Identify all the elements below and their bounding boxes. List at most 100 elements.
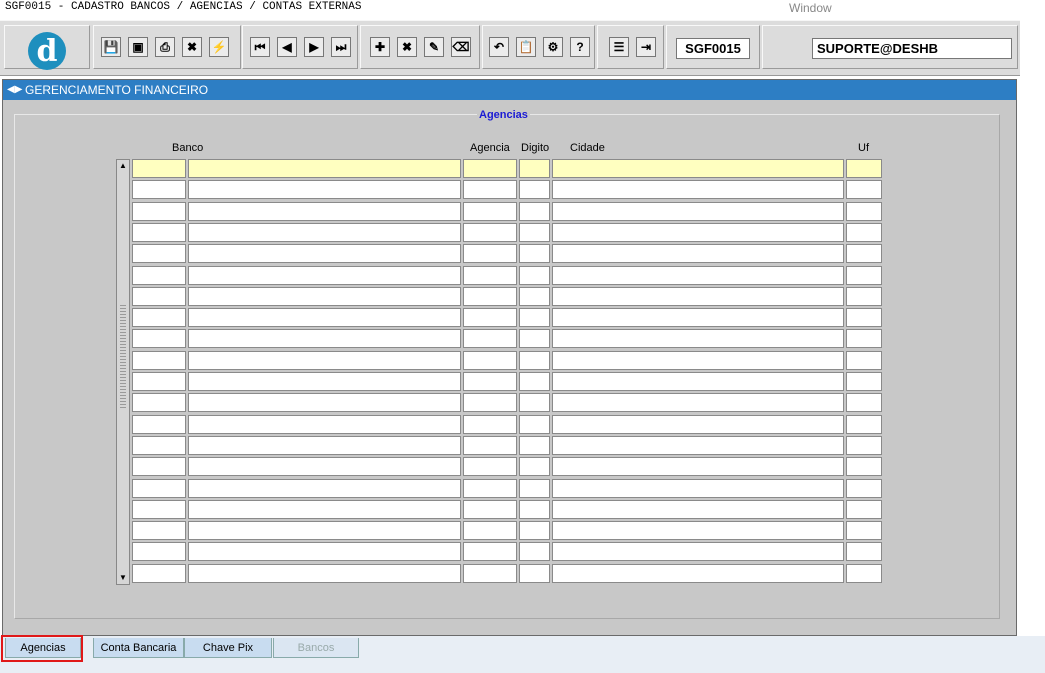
scroll-up-icon[interactable]: ▲: [117, 160, 129, 172]
cell-banco-code[interactable]: [132, 308, 186, 328]
cell-uf[interactable]: [846, 435, 882, 455]
cell-banco-name[interactable]: [188, 372, 461, 391]
cell-cidade[interactable]: [552, 563, 844, 583]
tab-conta-bancaria[interactable]: Conta Bancaria: [93, 638, 184, 658]
cell-banco-code[interactable]: [132, 435, 186, 455]
cell-cidade[interactable]: [552, 180, 844, 200]
cell-banco-name[interactable]: [188, 159, 461, 178]
cell-cidade[interactable]: [552, 350, 844, 370]
cell-agencia[interactable]: [463, 457, 517, 477]
cell-banco-name[interactable]: [188, 265, 461, 285]
cell-digito[interactable]: [519, 499, 550, 519]
cell-cidade[interactable]: [552, 308, 844, 328]
save-button[interactable]: 💾: [101, 37, 121, 57]
delete-record-button[interactable]: ✖: [397, 37, 417, 57]
cell-banco-code[interactable]: [132, 244, 186, 264]
cell-agencia[interactable]: [463, 350, 517, 370]
cell-cidade[interactable]: [552, 222, 844, 242]
insert-record-button[interactable]: ✚: [370, 37, 390, 57]
cell-banco-code[interactable]: [132, 414, 186, 434]
cell-digito[interactable]: [519, 201, 550, 221]
cell-agencia[interactable]: [463, 159, 517, 178]
cell-uf[interactable]: [846, 265, 882, 285]
monitor-button[interactable]: ▣: [128, 37, 148, 57]
cell-cidade[interactable]: [552, 393, 844, 413]
cell-uf[interactable]: [846, 521, 882, 541]
cell-banco-code[interactable]: [132, 499, 186, 519]
cell-banco-code[interactable]: [132, 393, 186, 413]
cell-cidade[interactable]: [552, 372, 844, 391]
cell-cidade[interactable]: [552, 244, 844, 264]
cell-uf[interactable]: [846, 414, 882, 434]
cell-agencia[interactable]: [463, 521, 517, 541]
cell-uf[interactable]: [846, 244, 882, 264]
tools-button[interactable]: ⚙: [543, 37, 563, 57]
cell-uf[interactable]: [846, 286, 882, 306]
next-record-button[interactable]: ▶: [304, 37, 324, 57]
cell-agencia[interactable]: [463, 265, 517, 285]
cell-cidade[interactable]: [552, 457, 844, 477]
cell-digito[interactable]: [519, 457, 550, 477]
cell-uf[interactable]: [846, 350, 882, 370]
cell-banco-name[interactable]: [188, 499, 461, 519]
cell-banco-name[interactable]: [188, 350, 461, 370]
cell-cidade[interactable]: [552, 521, 844, 541]
cell-agencia[interactable]: [463, 563, 517, 583]
cell-uf[interactable]: [846, 329, 882, 349]
cell-banco-name[interactable]: [188, 329, 461, 349]
cell-agencia[interactable]: [463, 393, 517, 413]
cell-banco-code[interactable]: [132, 159, 186, 178]
cell-banco-code[interactable]: [132, 563, 186, 583]
cell-cidade[interactable]: [552, 286, 844, 306]
cell-agencia[interactable]: [463, 478, 517, 498]
cell-agencia[interactable]: [463, 222, 517, 242]
help-button[interactable]: ?: [570, 37, 590, 57]
cell-agencia[interactable]: [463, 499, 517, 519]
cell-banco-name[interactable]: [188, 457, 461, 477]
cell-banco-code[interactable]: [132, 350, 186, 370]
cell-agencia[interactable]: [463, 329, 517, 349]
cell-uf[interactable]: [846, 542, 882, 562]
frame-collapse-icon[interactable]: ◀▶: [7, 84, 22, 95]
cell-banco-code[interactable]: [132, 180, 186, 200]
cell-digito[interactable]: [519, 372, 550, 391]
cell-uf[interactable]: [846, 201, 882, 221]
cell-agencia[interactable]: [463, 372, 517, 391]
cell-uf[interactable]: [846, 563, 882, 583]
cell-agencia[interactable]: [463, 244, 517, 264]
cell-banco-code[interactable]: [132, 457, 186, 477]
wand-button[interactable]: ⚡: [209, 37, 229, 57]
cell-digito[interactable]: [519, 265, 550, 285]
cell-banco-name[interactable]: [188, 180, 461, 200]
cell-uf[interactable]: [846, 499, 882, 519]
cell-cidade[interactable]: [552, 201, 844, 221]
cell-uf[interactable]: [846, 222, 882, 242]
cell-agencia[interactable]: [463, 414, 517, 434]
cell-uf[interactable]: [846, 308, 882, 328]
last-record-button[interactable]: ⏭: [331, 37, 351, 57]
prev-record-button[interactable]: ◀: [277, 37, 297, 57]
cell-digito[interactable]: [519, 350, 550, 370]
cell-agencia[interactable]: [463, 542, 517, 562]
scroll-grip[interactable]: [120, 305, 126, 409]
cell-digito[interactable]: [519, 329, 550, 349]
cell-banco-name[interactable]: [188, 563, 461, 583]
cell-banco-code[interactable]: [132, 265, 186, 285]
cell-banco-code[interactable]: [132, 478, 186, 498]
cell-banco-name[interactable]: [188, 201, 461, 221]
undo-button[interactable]: ↶: [489, 37, 509, 57]
cell-banco-code[interactable]: [132, 542, 186, 562]
cell-cidade[interactable]: [552, 435, 844, 455]
first-record-button[interactable]: ⏮: [250, 37, 270, 57]
cell-banco-name[interactable]: [188, 286, 461, 306]
cell-cidade[interactable]: [552, 329, 844, 349]
menu-button[interactable]: ☰: [609, 37, 629, 57]
cell-cidade[interactable]: [552, 265, 844, 285]
cell-banco-name[interactable]: [188, 542, 461, 562]
cell-digito[interactable]: [519, 180, 550, 200]
cell-banco-code[interactable]: [132, 222, 186, 242]
cell-digito[interactable]: [519, 244, 550, 264]
cell-agencia[interactable]: [463, 201, 517, 221]
cell-digito[interactable]: [519, 414, 550, 434]
grid-scrollbar[interactable]: ▲ ▼: [116, 159, 130, 585]
